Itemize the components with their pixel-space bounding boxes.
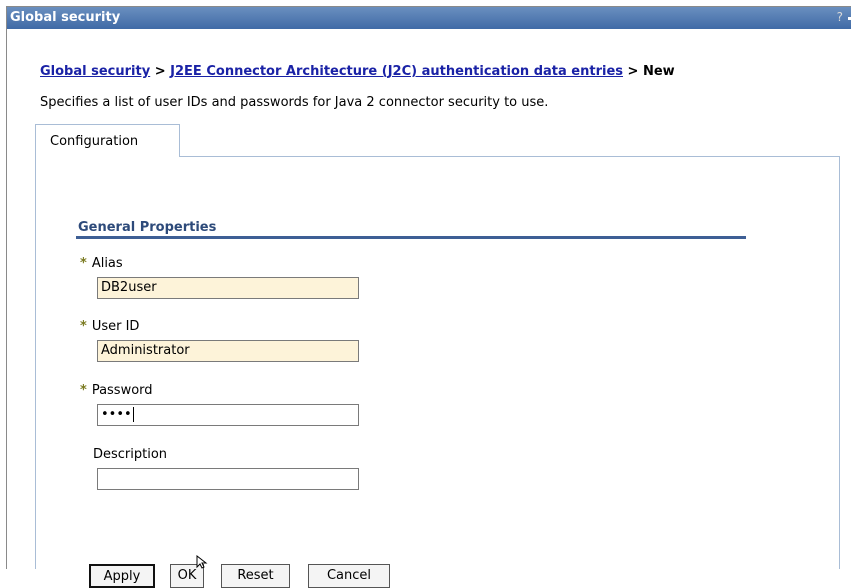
breadcrumb-link-global-security[interactable]: Global security xyxy=(40,64,150,79)
password-value: •••• xyxy=(101,407,132,422)
section-divider xyxy=(76,236,746,239)
password-input[interactable]: •••• xyxy=(97,404,359,426)
breadcrumb-current: New xyxy=(642,64,675,79)
description-input[interactable] xyxy=(97,468,359,490)
tab-configuration[interactable]: Configuration xyxy=(35,124,180,157)
userid-input[interactable]: Administrator xyxy=(97,340,359,362)
userid-label-row: * User ID xyxy=(80,319,139,334)
breadcrumb-separator: > xyxy=(627,64,639,79)
cancel-button[interactable]: Cancel xyxy=(308,564,390,588)
window-titlebar: Global security ? xyxy=(7,7,851,29)
configuration-panel xyxy=(35,156,840,569)
breadcrumb-separator: > xyxy=(154,64,166,79)
password-label-row: * Password xyxy=(80,383,153,398)
section-title: General Properties xyxy=(78,220,217,235)
userid-label: User ID xyxy=(91,319,140,334)
required-icon: * xyxy=(80,256,87,271)
alias-label-row: * Alias xyxy=(80,256,123,271)
required-icon: * xyxy=(80,319,87,334)
breadcrumb: Global security > J2EE Connector Archite… xyxy=(40,64,675,79)
breadcrumb-link-j2c-auth-entries[interactable]: J2EE Connector Architecture (J2C) authen… xyxy=(170,64,623,79)
reset-button[interactable]: Reset xyxy=(221,564,290,588)
password-label: Password xyxy=(91,383,153,398)
mouse-pointer-icon xyxy=(196,555,208,569)
apply-button[interactable]: Apply xyxy=(89,564,155,588)
window-title: Global security xyxy=(10,10,121,25)
page-description: Specifies a list of user IDs and passwor… xyxy=(40,95,549,110)
tab-configuration-label: Configuration xyxy=(50,134,139,149)
help-icon[interactable]: ? xyxy=(837,10,843,24)
required-icon: * xyxy=(80,383,87,398)
alias-label: Alias xyxy=(91,256,123,271)
alias-input[interactable]: DB2user xyxy=(97,277,359,299)
description-label: Description xyxy=(93,447,168,462)
text-caret xyxy=(132,407,134,422)
